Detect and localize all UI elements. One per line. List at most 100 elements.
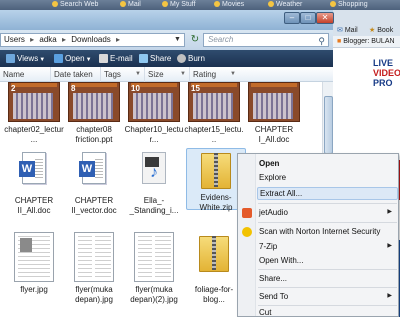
menu-item-cut[interactable]: Cut bbox=[257, 306, 398, 317]
menu-item-label: Explore bbox=[259, 173, 287, 182]
file-item[interactable]: flyer(muka depan).jpg bbox=[64, 232, 124, 305]
file-name: flyer.jpg bbox=[20, 285, 48, 294]
column-size[interactable]: Size ▼ bbox=[144, 67, 189, 82]
mail-icon bbox=[120, 1, 126, 8]
file-item[interactable]: CHAPTER I_All.doc bbox=[244, 82, 304, 145]
close-button[interactable]: ✕ bbox=[316, 12, 334, 24]
menu-item-open-with[interactable]: Open With... bbox=[257, 254, 398, 267]
file-item[interactable]: ♪ Ella_-_Standing_i... bbox=[124, 152, 184, 216]
thumb-number: 15 bbox=[191, 84, 200, 93]
column-tags-label: Tags bbox=[104, 70, 121, 79]
file-name: CHAPTER II_All.doc bbox=[14, 196, 54, 215]
image-thumbnail-icon bbox=[14, 232, 54, 282]
bookmark-icon: ★ bbox=[369, 27, 378, 34]
submenu-arrow-icon: ▶ bbox=[387, 209, 392, 215]
chevron-down-icon: ▼ bbox=[39, 57, 46, 63]
submenu-arrow-icon: ▶ bbox=[387, 243, 392, 249]
file-item[interactable]: flyer(muka depan)(2).jpg bbox=[124, 232, 184, 305]
mail-button[interactable]: Mail bbox=[120, 0, 141, 10]
share-button[interactable]: Share bbox=[139, 50, 171, 67]
breadcrumb-separator[interactable]: ▸ bbox=[30, 35, 34, 44]
address-field[interactable]: Users ▸ adka ▸ Downloads ▸ ▼ bbox=[0, 33, 185, 47]
my-stuff-button[interactable]: My Stuff bbox=[162, 0, 196, 10]
breadcrumb-users[interactable]: Users bbox=[4, 35, 25, 44]
file-name: CHAPTER II_vector.doc bbox=[71, 196, 117, 215]
menu-separator bbox=[258, 269, 397, 270]
file-item[interactable]: flyer.jpg bbox=[4, 232, 64, 295]
search-input[interactable]: Search ⚲ bbox=[203, 33, 329, 47]
menu-item-open[interactable]: Open bbox=[257, 157, 398, 170]
file-name: foliage-for-blog... bbox=[194, 285, 234, 304]
open-button[interactable]: Open▼ bbox=[54, 50, 92, 67]
scrollbar-thumb[interactable] bbox=[324, 96, 333, 154]
breadcrumb-separator[interactable]: ▸ bbox=[62, 35, 66, 44]
file-item[interactable]: 15 chapter15_lectu... bbox=[184, 82, 244, 145]
views-button[interactable]: Views▼ bbox=[6, 50, 45, 67]
shopping-button[interactable]: Shopping bbox=[330, 0, 368, 10]
search-web-button[interactable]: Search Web bbox=[52, 0, 98, 10]
submenu-arrow-icon: ▶ bbox=[387, 293, 392, 299]
ppt-thumbnail-icon: 10 bbox=[128, 82, 180, 122]
address-bar: Users ▸ adka ▸ Downloads ▸ ▼ ↻ Search ⚲ bbox=[0, 30, 333, 50]
maximize-button[interactable]: □ bbox=[300, 12, 316, 24]
breadcrumb-adka[interactable]: adka bbox=[39, 35, 56, 44]
email-button[interactable]: E-mail bbox=[99, 50, 133, 67]
file-name: Ella_-_Standing_i... bbox=[129, 196, 179, 215]
ad-line: VIDEO bbox=[373, 68, 400, 78]
burn-button[interactable]: Burn bbox=[177, 50, 205, 67]
chevron-down-icon[interactable]: ▼ bbox=[135, 67, 141, 82]
menu-item-norton-scan[interactable]: Scan with Norton Internet Security bbox=[257, 225, 398, 238]
minimize-button[interactable]: – bbox=[284, 12, 300, 24]
blogger-bookmark: Blogger: BULAN bbox=[343, 38, 395, 45]
weather-button[interactable]: Weather bbox=[268, 0, 302, 10]
ad-line: LIVE bbox=[373, 58, 394, 68]
breadcrumb-separator[interactable]: ▸ bbox=[116, 35, 120, 44]
menu-item-label: Open With... bbox=[259, 256, 304, 265]
chevron-down-icon[interactable]: ▼ bbox=[230, 67, 236, 82]
norton-icon bbox=[242, 227, 252, 237]
menu-item-extract-all[interactable]: Extract All... bbox=[257, 187, 398, 200]
context-menu: Open Explore Extract All... jetAudio ▶ Sc… bbox=[237, 153, 399, 317]
file-name: flyer(muka depan)(2).jpg bbox=[130, 285, 178, 304]
book-tab[interactable]: ★ Book bbox=[369, 26, 393, 34]
file-name: CHAPTER I_All.doc bbox=[254, 125, 294, 144]
column-rating[interactable]: Rating ▼ bbox=[189, 67, 239, 82]
menu-item-label: Cut bbox=[259, 308, 272, 317]
movies-button[interactable]: Movies bbox=[214, 0, 244, 10]
mail-tab[interactable]: ✉ Mail bbox=[337, 26, 358, 34]
menu-item-share[interactable]: Share... bbox=[257, 272, 398, 285]
zip-folder-icon bbox=[201, 149, 231, 189]
file-item[interactable]: W CHAPTER II_All.doc bbox=[4, 152, 64, 216]
mail-label: Mail bbox=[128, 1, 141, 8]
column-tags[interactable]: Tags ▼ bbox=[100, 67, 144, 82]
file-item[interactable]: W CHAPTER II_vector.doc bbox=[64, 152, 124, 216]
column-date-taken[interactable]: Date taken bbox=[50, 67, 100, 82]
chevron-down-icon: ▼ bbox=[85, 57, 92, 63]
file-item[interactable]: 2 chapter02_lectur... bbox=[4, 82, 64, 145]
movie-icon bbox=[214, 1, 220, 8]
menu-item-7zip[interactable]: 7-Zip ▶ bbox=[257, 240, 398, 253]
mail-icon: ✉ bbox=[337, 27, 345, 34]
menu-separator bbox=[258, 287, 397, 288]
refresh-icon[interactable]: ↻ bbox=[188, 33, 202, 47]
file-item[interactable]: 10 Chapter10_lectur... bbox=[124, 82, 184, 145]
menu-item-jetaudio[interactable]: jetAudio ▶ bbox=[257, 206, 398, 219]
breadcrumb-downloads[interactable]: Downloads bbox=[71, 35, 111, 44]
search-icon[interactable]: ⚲ bbox=[318, 35, 325, 47]
weather-label: Weather bbox=[276, 1, 303, 8]
browser-tabbar: ✉ Mail ★ Book bbox=[333, 10, 400, 36]
share-label: Share bbox=[150, 54, 172, 63]
column-name[interactable]: Name bbox=[0, 67, 50, 82]
bookmark-bar[interactable]: ■ Blogger: BULAN bbox=[333, 36, 400, 48]
menu-item-send-to[interactable]: Send To ▶ bbox=[257, 290, 398, 303]
ad-block[interactable]: LIVE VIDEO PRO bbox=[373, 58, 400, 118]
chevron-down-icon[interactable]: ▼ bbox=[180, 67, 186, 82]
views-label: Views bbox=[17, 54, 39, 63]
word-document-icon: W bbox=[19, 152, 46, 184]
menu-item-explore[interactable]: Explore bbox=[257, 171, 398, 184]
file-item[interactable]: foliage-for-blog... bbox=[184, 232, 244, 305]
word-document-icon: W bbox=[79, 152, 106, 184]
column-name-label: Name bbox=[3, 70, 25, 79]
address-dropdown-icon[interactable]: ▼ bbox=[171, 34, 184, 46]
file-item[interactable]: 8 chapter08 friction.ppt bbox=[64, 82, 124, 145]
